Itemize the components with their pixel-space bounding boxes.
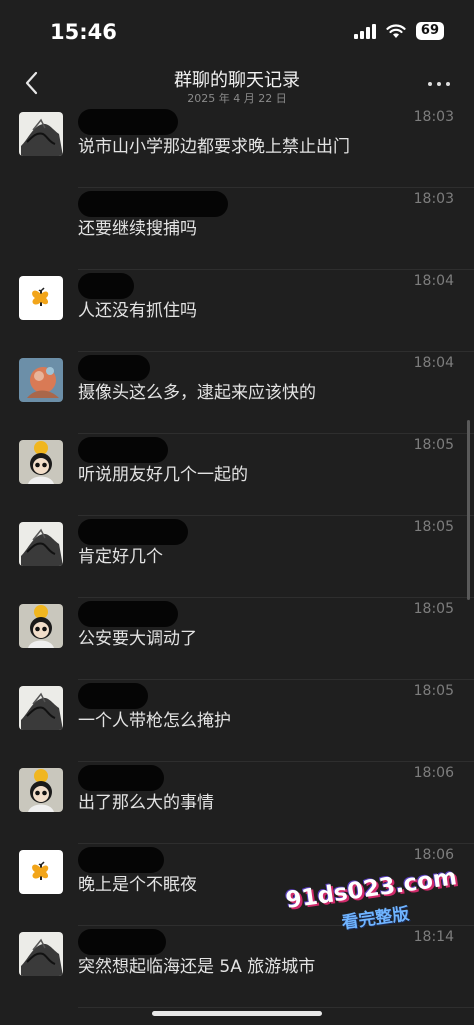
message-text: 一个人带枪怎么掩护 [78,711,231,731]
message-text: 摄像头这么多，逮起来应该快的 [78,383,316,403]
more-dot-icon [428,82,432,86]
message-text: 公安要大调动了 [78,629,197,649]
message-time: 18:04 [413,273,454,289]
message-item[interactable]: 18:03 说市山小学那边都要求晚上禁止出门 [0,108,474,188]
message-time: 18:05 [413,683,454,699]
status-time: 15:46 [50,20,117,44]
status-bar: 15:46 69 [0,0,474,60]
ink-painting-avatar [19,932,63,976]
message-text: 突然想起临海还是 5A 旅游城市 [78,957,316,977]
message-text: 出了那么大的事情 [78,793,214,813]
butterfly-avatar [19,850,63,894]
message-item[interactable]: 18:05 一个人带枪怎么掩护 [0,680,474,762]
message-item[interactable]: 18:05 肯定好几个 [0,516,474,598]
message-time: 18:14 [413,929,454,945]
message-item[interactable]: 18:05 听说朋友好几个一起的 [0,434,474,516]
avatar[interactable] [19,604,63,648]
ink-painting-avatar [19,686,63,730]
cellular-signal-icon [353,23,376,39]
navigation-bar: 群聊的聊天记录 2025 年 4 月 22 日 [0,60,474,108]
message-time: 18:05 [413,519,454,535]
message-item[interactable]: 18:03 还要继续搜捕吗 [0,188,474,270]
page-title: 群聊的聊天记录 [174,70,300,91]
girl-avatar [19,440,63,484]
message-text: 听说朋友好几个一起的 [78,465,248,485]
message-item[interactable]: 18:05 公安要大调动了 [0,598,474,680]
more-button[interactable] [424,74,454,94]
message-text: 说市山小学那边都要求晚上禁止出门 [78,137,350,157]
message-text: 肯定好几个 [78,547,163,567]
more-dot-icon [446,82,450,86]
ink-painting-avatar [19,112,63,156]
wifi-icon [386,24,406,38]
scrollbar[interactable] [467,420,470,600]
ink-painting-avatar [19,522,63,566]
avatar[interactable] [19,850,63,894]
home-indicator[interactable] [152,1011,322,1016]
message-item[interactable]: 18:14 突然想起临海还是 5A 旅游城市 [0,926,474,1008]
avatar[interactable] [19,686,63,730]
butterfly-avatar [19,276,63,320]
message-item[interactable]: 18:06 出了那么大的事情 [0,762,474,844]
message-time: 18:05 [413,601,454,617]
page-date: 2025 年 4 月 22 日 [187,92,287,105]
divider [78,1007,474,1008]
message-text: 人还没有抓住吗 [78,301,197,321]
girl-avatar [19,768,63,812]
avatar[interactable] [19,358,63,402]
avatar[interactable] [19,112,63,156]
avatar[interactable] [19,932,63,976]
message-text: 还要继续搜捕吗 [78,219,197,239]
message-time: 18:04 [413,355,454,371]
message-time: 18:03 [413,109,454,125]
colorful-avatar [19,358,63,402]
girl-avatar [19,604,63,648]
more-dot-icon [437,82,441,86]
message-time: 18:05 [413,437,454,453]
message-time: 18:06 [413,847,454,863]
message-time: 18:03 [413,191,454,207]
avatar[interactable] [19,522,63,566]
avatar[interactable] [19,440,63,484]
message-text: 晚上是个不眠夜 [78,875,197,895]
message-item[interactable]: 18:04 人还没有抓住吗 [0,270,474,352]
message-item[interactable]: 18:04 摄像头这么多，逮起来应该快的 [0,352,474,434]
avatar[interactable] [19,276,63,320]
avatar[interactable] [19,768,63,812]
message-time: 18:06 [413,765,454,781]
status-icons: 69 [353,22,444,40]
battery-icon: 69 [415,22,444,40]
